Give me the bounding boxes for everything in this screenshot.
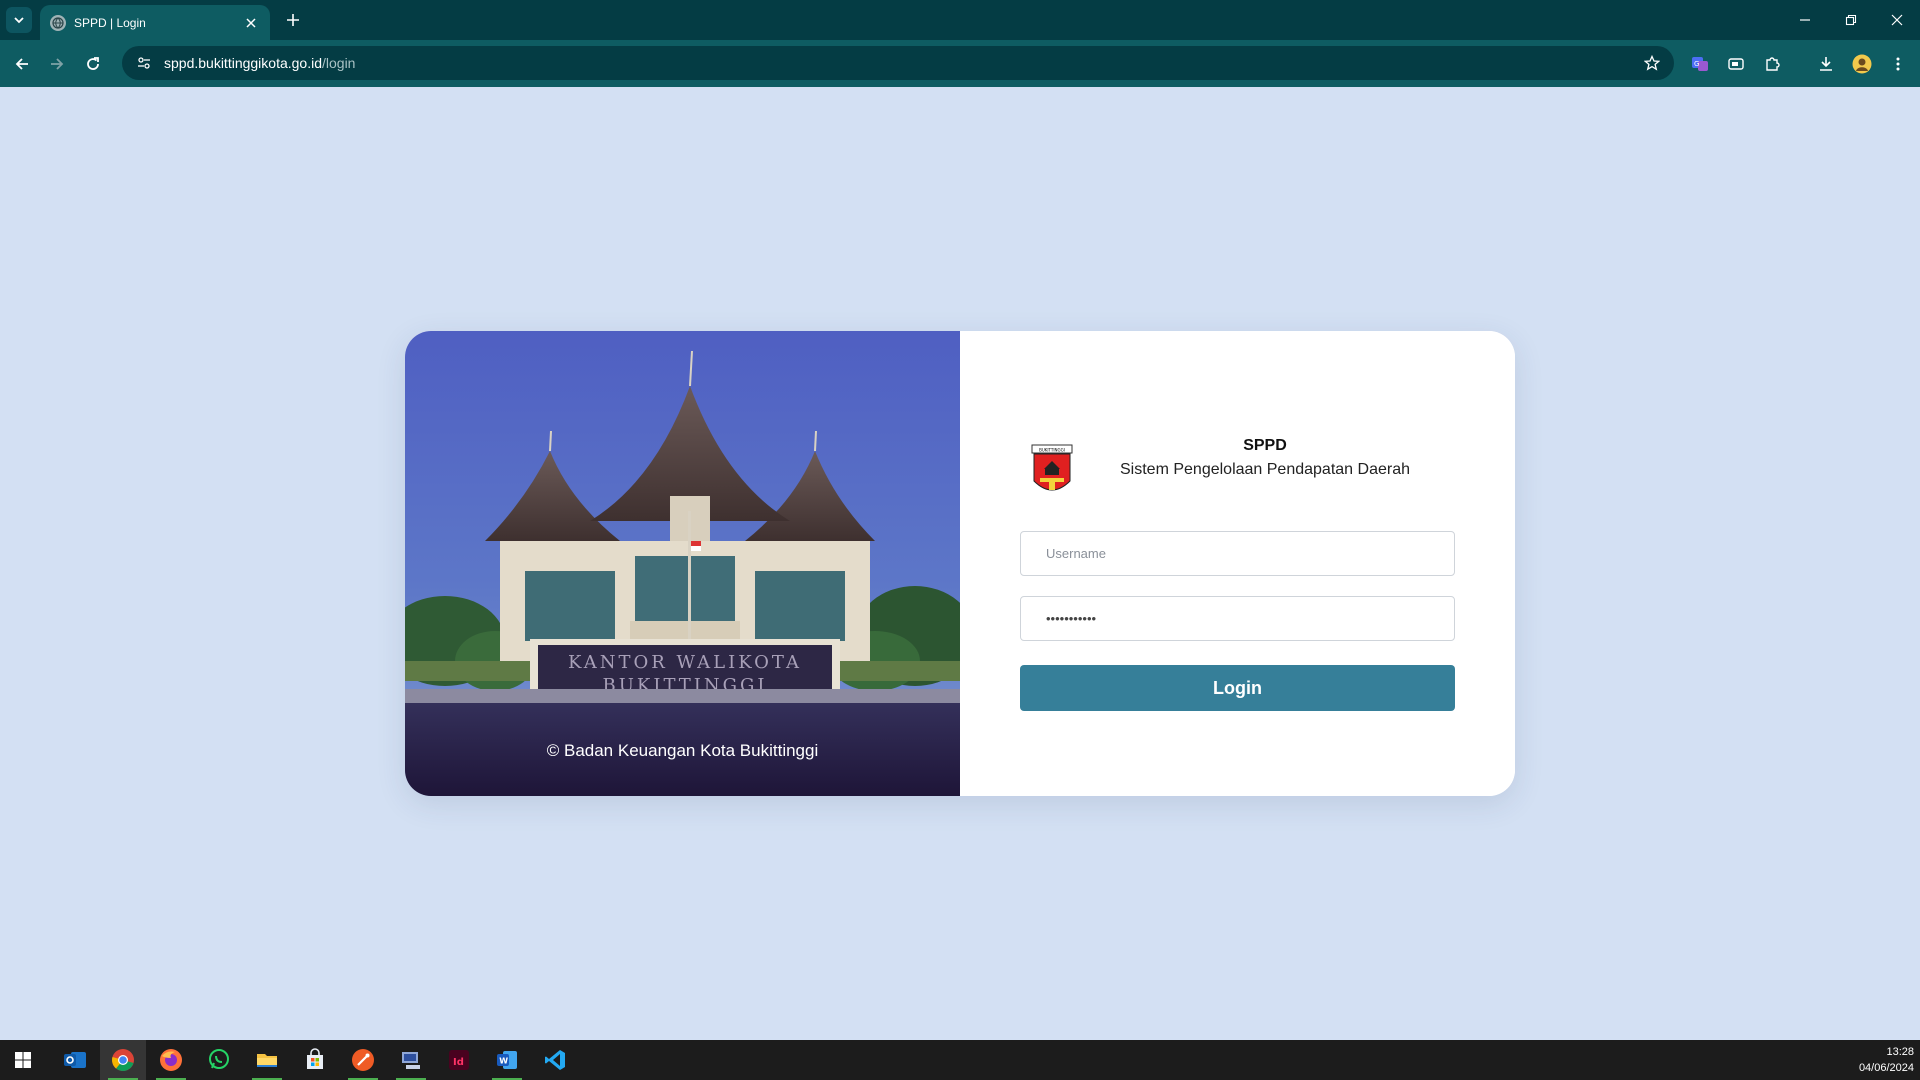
taskbar-file-explorer[interactable] <box>244 1040 290 1080</box>
avatar-icon <box>1852 54 1872 74</box>
translate-extension-button[interactable]: G <box>1688 52 1712 76</box>
tab-close-button[interactable] <box>242 14 260 32</box>
taskbar-whatsapp[interactable] <box>196 1040 242 1080</box>
computer-icon <box>402 1052 420 1069</box>
site-info-icon[interactable] <box>134 53 154 73</box>
url-path: /login <box>322 55 356 71</box>
logo-text: BUKITTINGGI <box>1039 448 1065 453</box>
app-title: SPPD <box>1243 437 1287 454</box>
login-card: KANTOR WALIKOTA BUKITTINGGI © Badan Keua… <box>405 331 1515 796</box>
browser-tab-bar: SPPD | Login <box>0 0 1920 40</box>
outlook-icon <box>64 1052 86 1068</box>
clock-date: 04/06/2024 <box>1858 1062 1914 1074</box>
windows-icon <box>15 1052 31 1068</box>
forward-button[interactable] <box>45 52 69 76</box>
minimize-button[interactable] <box>1790 8 1820 32</box>
word-icon: W <box>497 1051 517 1069</box>
browser-tab-active[interactable]: SPPD | Login <box>40 5 270 40</box>
taskbar-chrome[interactable] <box>100 1040 146 1080</box>
whatsapp-icon <box>209 1049 229 1069</box>
folder-icon <box>257 1054 277 1067</box>
taskbar-microsoft-store[interactable] <box>292 1040 338 1080</box>
address-bar[interactable]: sppd.bukittinggikota.go.id/login <box>122 46 1674 80</box>
media-extension-button[interactable] <box>1724 52 1748 76</box>
store-icon <box>307 1048 323 1069</box>
puzzle-icon <box>1766 57 1780 71</box>
taskbar-postman[interactable] <box>340 1040 386 1080</box>
indesign-icon: Id <box>449 1050 469 1070</box>
taskbar-app-launcher[interactable] <box>388 1040 434 1080</box>
copyright-text: © Badan Keuangan Kota Bukittinggi <box>546 741 819 760</box>
window-icon <box>1728 58 1744 70</box>
star-icon <box>1644 55 1660 71</box>
arrow-left-icon <box>15 58 28 70</box>
windows-taskbar: Id W 13:28 04/06/2024 <box>0 1040 1920 1080</box>
tab-title: SPPD | Login <box>74 15 146 30</box>
arrow-right-icon <box>51 58 64 70</box>
downloads-button[interactable] <box>1814 52 1838 76</box>
city-emblem-logo: BUKITTINGGI <box>1031 444 1073 491</box>
password-input[interactable] <box>1020 596 1455 641</box>
close-window-button[interactable] <box>1882 8 1912 32</box>
taskbar-word[interactable]: W <box>484 1040 530 1080</box>
new-tab-button[interactable] <box>282 9 304 31</box>
taskbar-vscode[interactable] <box>532 1040 578 1080</box>
chevron-down-icon <box>14 17 24 24</box>
building-photo: KANTOR WALIKOTA BUKITTINGGI <box>405 331 960 796</box>
taskbar-outlook[interactable] <box>52 1040 98 1080</box>
restore-button[interactable] <box>1836 8 1866 32</box>
minimize-icon <box>1800 19 1810 21</box>
more-vertical-icon <box>1896 57 1900 71</box>
profile-avatar-button[interactable] <box>1850 52 1874 76</box>
svg-text:W: W <box>499 1057 508 1066</box>
username-input[interactable] <box>1020 531 1455 576</box>
translate-icon: G <box>1692 57 1708 71</box>
plus-icon <box>287 14 299 26</box>
login-button[interactable]: Login <box>1020 665 1455 711</box>
globe-icon <box>50 14 66 31</box>
taskbar-firefox[interactable] <box>148 1040 194 1080</box>
svg-text:Id: Id <box>453 1057 464 1068</box>
bookmark-star-button[interactable] <box>1642 53 1662 73</box>
taskbar-indesign[interactable]: Id <box>436 1040 482 1080</box>
restore-icon <box>1845 14 1857 26</box>
close-icon <box>246 17 256 28</box>
app-subtitle: Sistem Pengelolaan Pendapatan Daerah <box>1120 461 1410 478</box>
vscode-icon <box>545 1050 565 1070</box>
photo-sign-line1: KANTOR WALIKOTA <box>568 652 802 673</box>
tab-search-button[interactable] <box>6 7 32 33</box>
url-host: sppd.bukittinggikota.go.id <box>164 55 322 71</box>
extensions-button[interactable] <box>1760 52 1784 76</box>
close-icon <box>1891 14 1903 26</box>
reload-button[interactable] <box>81 52 105 76</box>
chrome-icon <box>112 1049 134 1071</box>
back-button[interactable] <box>10 52 34 76</box>
download-icon <box>1820 57 1832 71</box>
svg-text:G: G <box>1694 60 1699 68</box>
clock-time: 13:28 <box>1886 1046 1914 1058</box>
taskbar-clock[interactable]: 13:28 04/06/2024 <box>1859 1044 1914 1076</box>
browser-menu-button[interactable] <box>1886 52 1910 76</box>
firefox-icon <box>160 1049 182 1071</box>
building-photo-panel: KANTOR WALIKOTA BUKITTINGGI © Badan Keua… <box>405 331 960 796</box>
login-form-panel: BUKITTINGGI SPPD Sistem Pengelolaan Pend… <box>960 331 1515 796</box>
browser-toolbar: sppd.bukittinggikota.go.id/login G <box>0 40 1920 87</box>
postman-icon <box>352 1049 374 1071</box>
reload-icon <box>87 57 99 70</box>
taskbar-start-button[interactable] <box>0 1040 46 1080</box>
